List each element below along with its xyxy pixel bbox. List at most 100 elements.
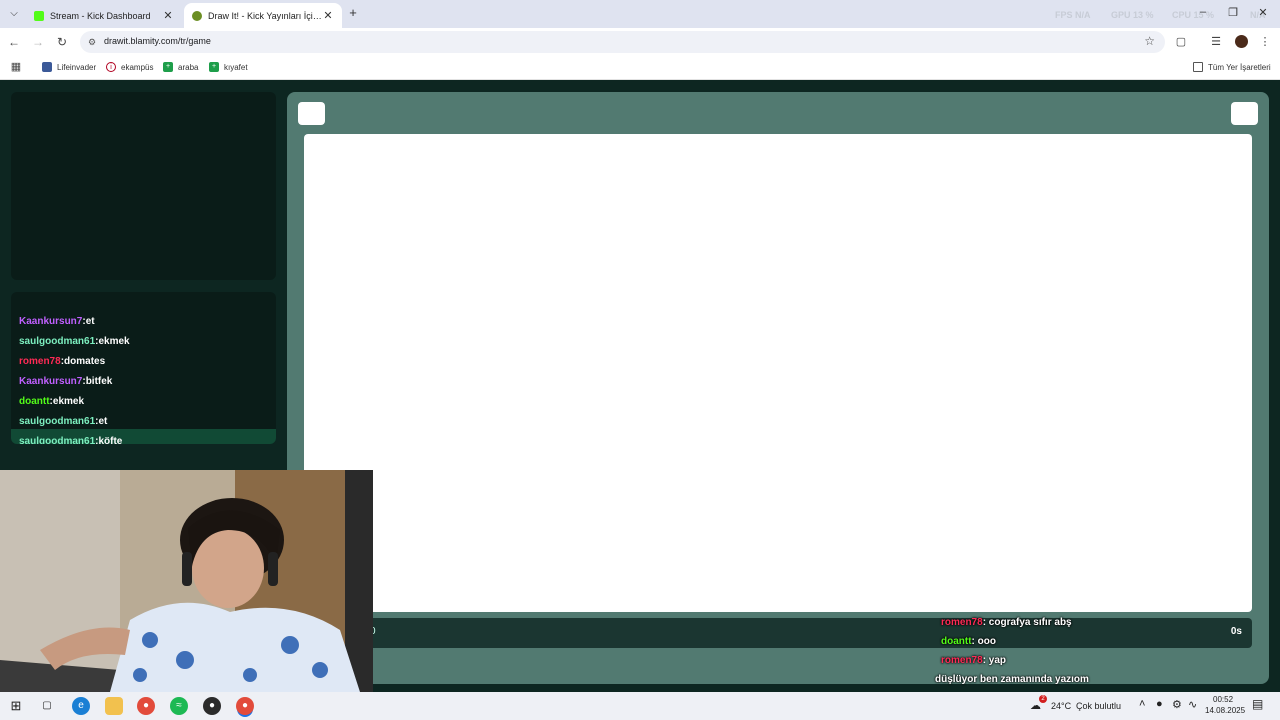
obs-icon[interactable]: ● [203,697,221,715]
notification-center-icon[interactable]: ▤ [1252,697,1263,711]
chat-username: romen78 [19,356,61,367]
microphone-icon[interactable]: ● [1156,698,1163,710]
overlay-username: doantt [941,636,972,647]
kebab-menu-icon[interactable]: ⋮ [1257,34,1273,50]
game-chat-panel: Kaankursun7:et saulgoodman61:ekmek romen… [11,292,276,444]
chat-text: :bitfek [82,376,113,387]
bookmark-icon: i [106,62,116,72]
clock-time: 00:52 [1213,695,1234,704]
overlay-chat-message: düşlüyor ben zamanında yazıom [935,674,1089,685]
restore-icon[interactable]: ❐ [1226,6,1240,19]
drawing-canvas[interactable] [304,134,1252,612]
bookmark-label: araba [178,62,199,72]
windows-taskbar: ⊞ ▢ e ● ≈ ● ● ☁ 2 24°C Çok bulutlu ˄ ● ⚙… [0,692,1280,720]
tab-draw-it[interactable]: Draw It! - Kick Yayınları İçin Çizim ✕ [184,3,342,28]
game-area: 0 0s [287,92,1269,684]
chat-message: saulgoodman61:köfte [19,436,122,444]
chat-message: Kaankursun7:bitfek [19,376,112,387]
all-bookmarks-folder[interactable]: Tüm Yer İşaretleri [1193,62,1271,72]
chat-text: :domates [60,356,106,367]
site-settings-icon[interactable]: ⚙ [86,36,98,48]
bookmark-icon [42,62,52,72]
tab-title: Stream - Kick Dashboard [50,10,151,21]
bookmark-araba[interactable]: + araba [163,62,198,72]
reload-icon[interactable]: ↻ [54,34,70,50]
browser-tab-bar: ⌵ Stream - Kick Dashboard ✕ Draw It! - K… [0,0,1280,28]
chat-username: Kaankursun7 [19,316,83,327]
chat-message: doantt:ekmek [19,396,84,407]
overlay-chat-message: romen78: yap [941,655,1006,666]
overlay-chat-message: romen78: cografya sıfır abş [941,617,1072,628]
spotify-icon[interactable]: ≈ [170,697,188,715]
chat-text: :et [82,316,95,327]
url-text: drawit.blamity.com/tr/game [104,36,211,46]
bookmark-label: ekampüs [121,62,154,72]
pencil-favicon-icon [192,10,202,21]
network-icon[interactable]: ∿ [1188,698,1197,711]
tab-title: Draw It! - Kick Yayınları İçin Çizim [208,10,322,21]
tab-close-icon[interactable]: ✕ [322,9,334,22]
bookmark-star-icon[interactable]: ☆ [1144,34,1155,48]
notification-badge: 2 [1039,695,1047,703]
profile-avatar[interactable] [1235,35,1248,48]
round-timer: 0s [1230,626,1242,637]
chat-text: :ekmek [95,336,130,347]
left-tool-button[interactable] [298,102,325,125]
chat-message: romen78:domates [19,356,105,367]
right-tool-button[interactable] [1231,102,1258,125]
bookmark-icon: + [209,62,219,72]
tray-chevron-up-icon[interactable]: ˄ [1139,698,1145,710]
bookmark-ekampus[interactable]: i ekampüs [106,62,153,72]
chrome-icon[interactable]: ● [137,697,155,715]
players-panel [11,92,276,280]
webcam-image [0,470,373,692]
gpu-label: GPU 13 % [1111,10,1154,20]
overlay-text: düşlüyor ben zamanında yazıom [935,674,1089,685]
task-view-icon[interactable]: ▢ [38,697,56,715]
windows-start-icon[interactable]: ⊞ [7,697,25,715]
edge-browser-icon[interactable]: e [72,697,90,715]
bookmark-kiyafet[interactable]: + kıyafet [209,62,248,72]
media-controls-icon[interactable]: ☰ [1208,34,1224,50]
chat-username: saulgoodman61 [19,416,96,427]
overlay-text: : cografya sıfır abş [982,617,1072,628]
chat-message: saulgoodman61:ekmek [19,336,130,347]
minimize-icon[interactable]: – [1196,6,1210,18]
browser-toolbar: ← → ↻ ⚙ drawit.blamity.com/tr/game ☆ ▢ ☰… [0,28,1280,56]
bookmark-lifeinvader[interactable]: Lifeinvader [42,62,96,72]
chat-username: doantt [19,396,50,407]
chat-username: Kaankursun7 [19,376,83,387]
fps-label: FPS N/A [1055,10,1091,20]
back-arrow-icon[interactable]: ← [6,34,22,50]
overlay-text: : yap [982,655,1007,666]
extensions-puzzle-icon[interactable]: ▢ [1173,34,1189,50]
bookmark-label: Lifeinvader [57,62,97,72]
overlay-username: romen78 [941,617,983,628]
settings-tray-icon[interactable]: ⚙ [1172,698,1182,711]
chrome-active-icon[interactable]: ● [236,697,254,715]
chat-message: saulgoodman61:et [19,416,107,427]
overlay-chat-message: doantt: ooo [941,636,996,647]
chat-username: saulgoodman61 [19,336,96,347]
bookmark-label: kıyafet [224,62,248,72]
round-status-bar: 0 0s [304,618,1252,648]
forward-arrow-icon[interactable]: → [30,34,46,50]
webcam-feed [0,470,373,692]
bookmarks-bar: ▦ Lifeinvader i ekampüs + araba + kıyafe… [0,56,1280,80]
bookmark-icon: + [163,62,173,72]
chat-message: Kaankursun7:et [19,316,95,327]
overlay-username: romen78 [941,655,983,666]
address-bar[interactable]: ⚙ drawit.blamity.com/tr/game ☆ [80,31,1165,53]
tab-stream-dashboard[interactable]: Stream - Kick Dashboard ✕ [26,3,182,28]
kick-favicon-icon [34,10,44,21]
window-close-icon[interactable]: ✕ [1256,6,1270,19]
tab-search-chevron-icon[interactable]: ⌵ [6,6,22,22]
folder-icon [1193,62,1203,72]
file-explorer-icon[interactable] [105,697,123,715]
tab-close-icon[interactable]: ✕ [162,9,174,22]
chat-text: :ekmek [49,396,85,407]
chat-text: :köfte [95,436,123,444]
apps-grid-icon[interactable]: ▦ [8,59,24,75]
weather-desc: Çok bulutlu [1076,701,1122,711]
new-tab-plus-icon[interactable]: + [346,5,360,21]
